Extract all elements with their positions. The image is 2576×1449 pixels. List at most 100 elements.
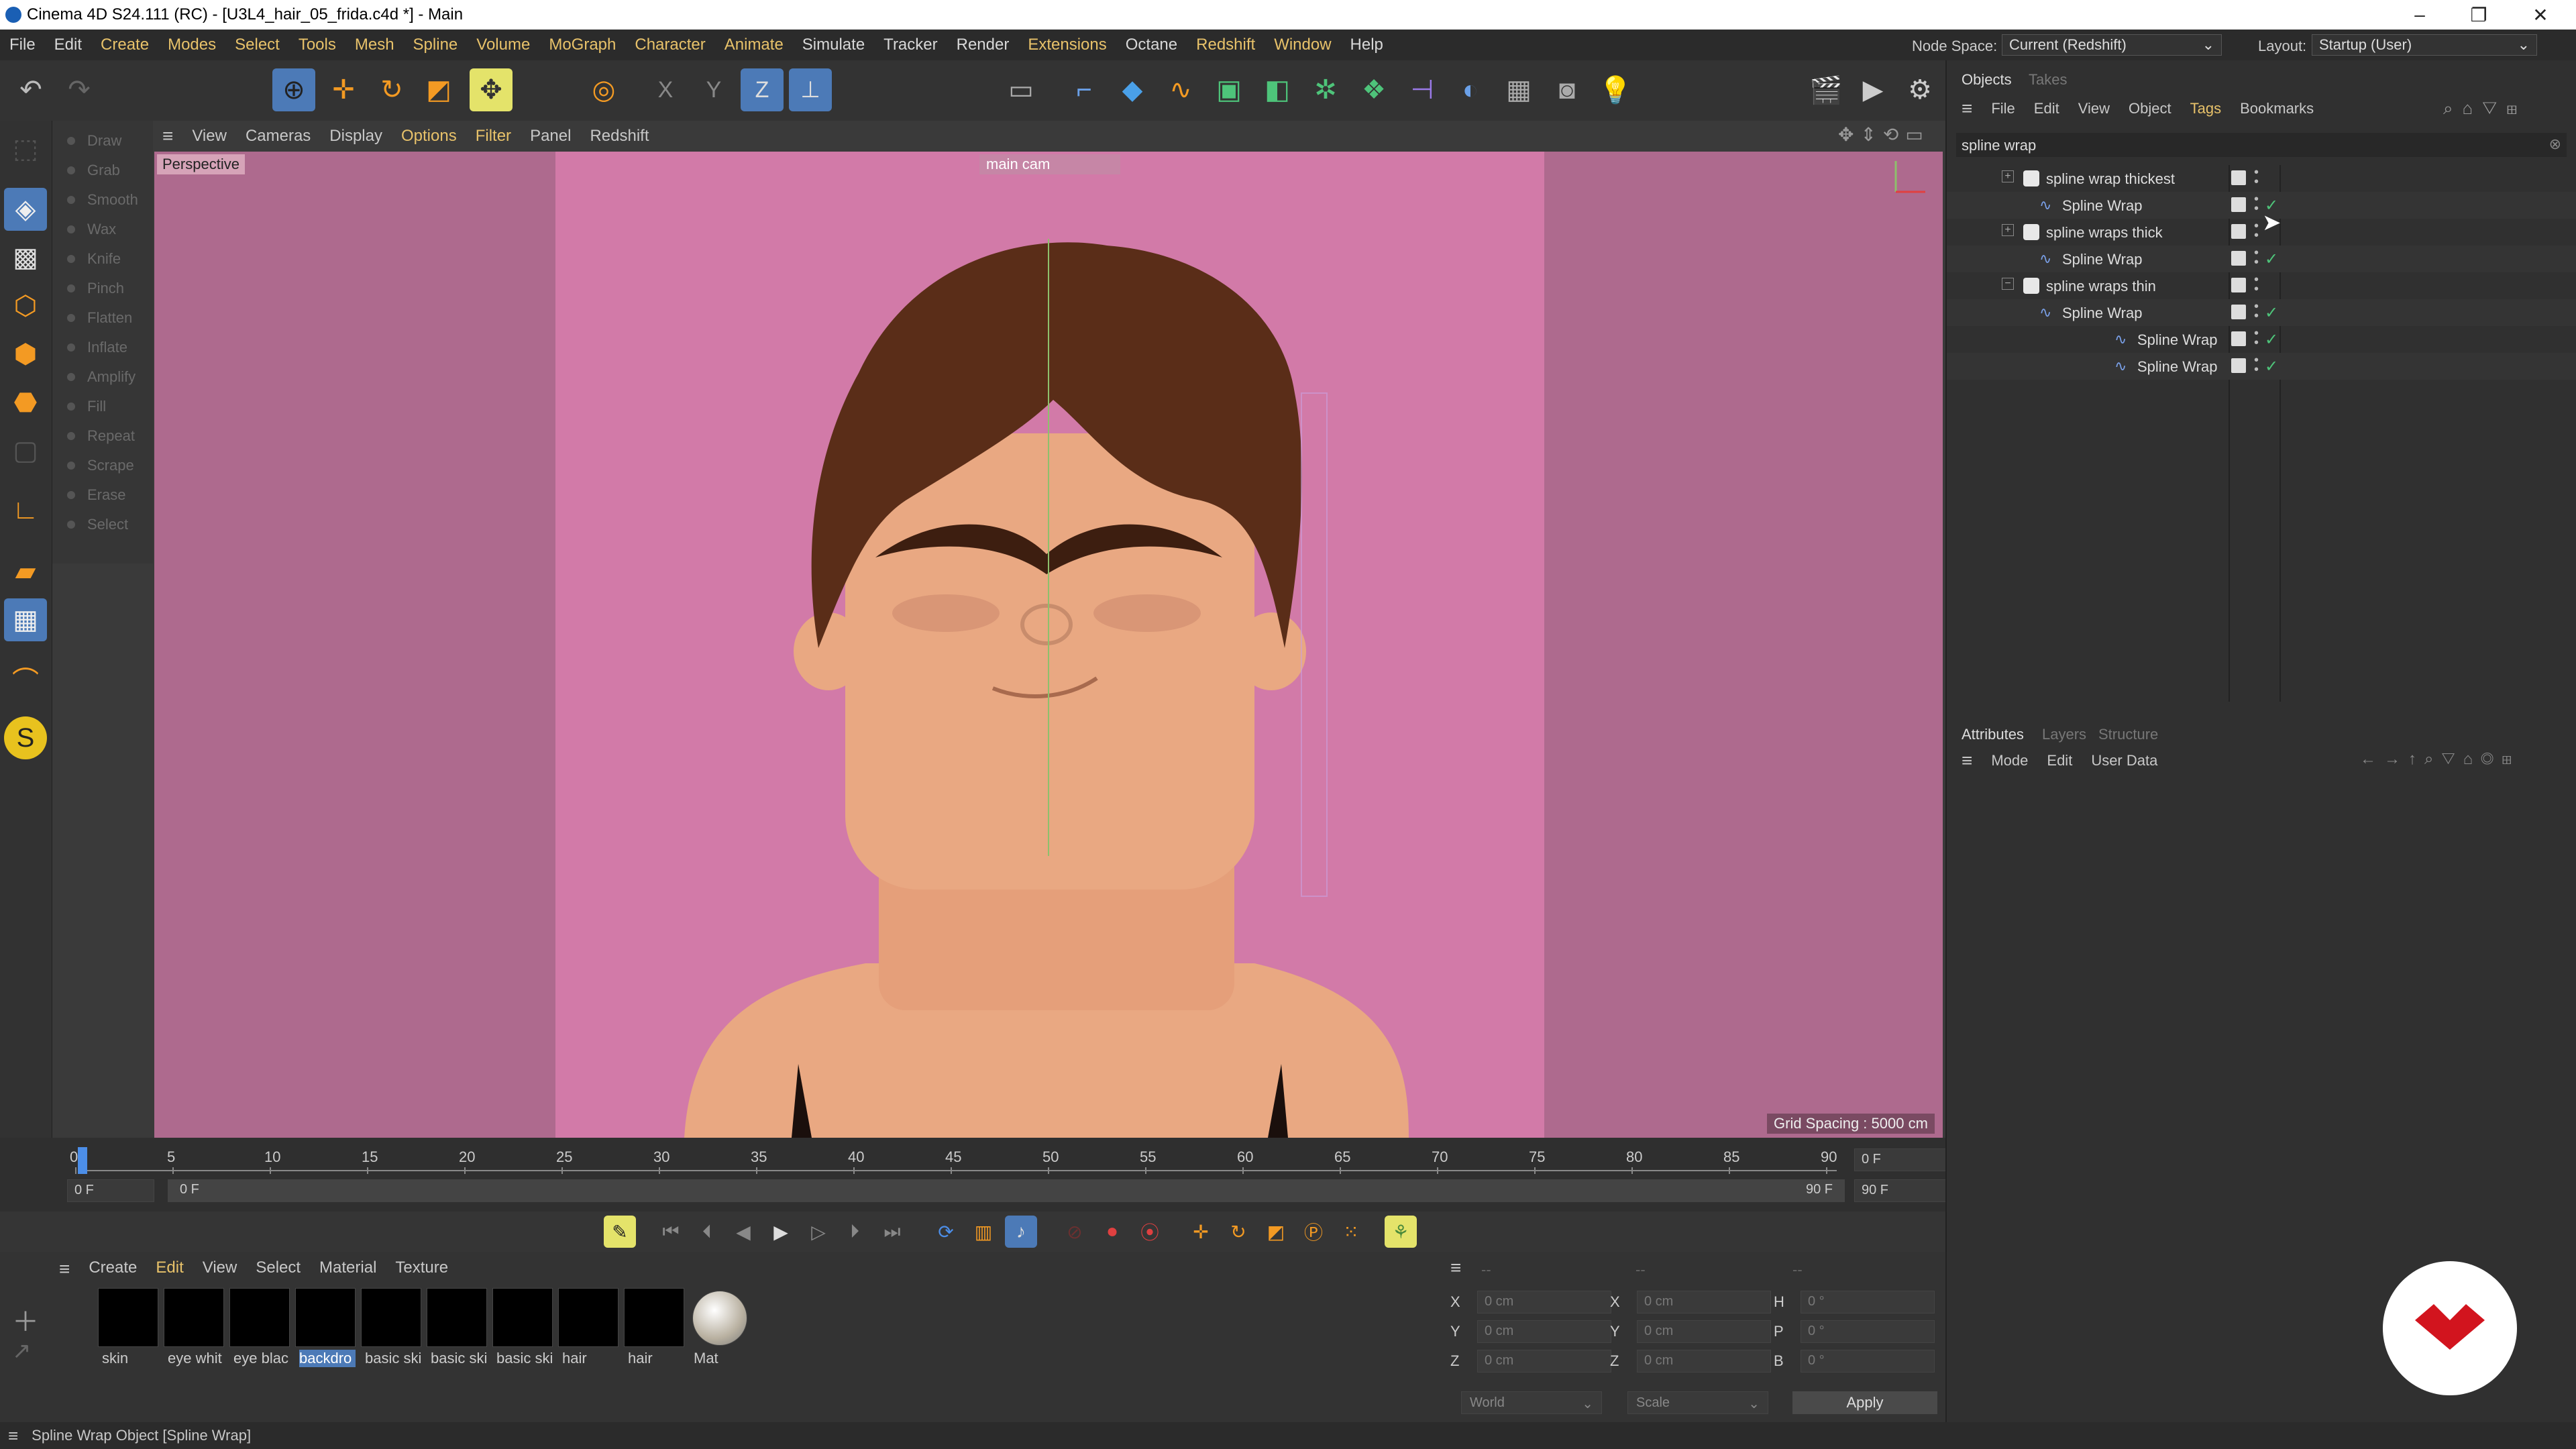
viewport-nav-icons[interactable]: ✥⇕⟲▭ [1838, 123, 1930, 146]
attributes-menu-mode[interactable]: Mode [1982, 752, 2037, 769]
hamburger-menu-icon[interactable]: ≡ [153, 125, 182, 147]
polygons-mode-icon[interactable]: ⬣ [4, 381, 47, 424]
viewport[interactable]: Perspective main cam Grid Spacing : 5000… [154, 152, 1943, 1138]
viewport-menu-panel[interactable]: Panel [521, 127, 580, 146]
tab-objects[interactable]: Objects [1962, 71, 2012, 89]
sculpt-tool-erase[interactable]: Erase [58, 482, 148, 508]
next-key-icon[interactable]: ⏵ [839, 1216, 871, 1248]
visibility-dots-icon[interactable]: • • [2254, 327, 2259, 350]
visibility-dots-icon[interactable]: • • [2254, 219, 2259, 242]
material-swatch-backdro[interactable] [295, 1288, 356, 1347]
menu-help[interactable]: Help [1341, 36, 1393, 54]
render-settings-icon[interactable]: ⚙ [1898, 68, 1941, 111]
sculpt-tool-fill[interactable]: Fill [58, 393, 148, 420]
timeline-scale-icon[interactable]: ▥ [967, 1216, 1000, 1248]
menu-volume[interactable]: Volume [467, 36, 539, 54]
tab-layers[interactable]: Layers [2042, 726, 2086, 743]
timeline[interactable]: 0 5 10 15 20 25 30 35 40 45 50 55 60 65 70 75 80 85 90 0 F… [0, 1138, 1948, 1212]
objects-menu-file[interactable]: File [1982, 100, 2024, 117]
material-swatch-eye-whit[interactable] [164, 1288, 224, 1347]
edit-toggle-icon[interactable] [2231, 278, 2246, 292]
material-swatch-mat[interactable] [692, 1291, 747, 1346]
material-menu-texture[interactable]: Texture [386, 1258, 458, 1280]
camera-icon[interactable]: ◙ [1546, 68, 1589, 111]
viewport-menu-cameras[interactable]: Cameras [236, 127, 320, 146]
add-material-icon[interactable]: ＋ [12, 1300, 39, 1339]
attributes-nav-icons[interactable]: ←→↑⌕▽⌂◎⊞ [2360, 750, 2520, 769]
minimize-button[interactable]: – [2391, 0, 2449, 30]
move-selection-icon[interactable]: ⊕ [272, 68, 315, 111]
coord-value-field[interactable]: 0 cm [1637, 1320, 1771, 1343]
render-region-icon[interactable]: 🎬 [1805, 68, 1847, 111]
tree-row-spline-wrap[interactable]: ∿ Spline Wrap • • ✓ [1947, 192, 2576, 219]
visibility-dots-icon[interactable]: • • [2254, 246, 2259, 269]
sculpt-tool-pinch[interactable]: Pinch [58, 275, 148, 302]
timeline-ruler[interactable]: 0 5 10 15 20 25 30 35 40 45 50 55 60 65 70 75 80 85 90 [70, 1148, 1837, 1174]
menu-spline[interactable]: Spline [404, 36, 468, 54]
tree-row-spline-wraps-thick[interactable]: + spline wraps thick • • [1947, 219, 2576, 246]
coord-value-field[interactable]: 0 ° [1801, 1291, 1935, 1313]
menu-file[interactable]: File [0, 36, 45, 54]
start-frame-field[interactable]: 0 F [67, 1179, 154, 1202]
menu-create[interactable]: Create [91, 36, 158, 54]
sculpt-tool-repeat[interactable]: Repeat [58, 423, 148, 449]
material-swatch-basic-ski[interactable] [361, 1288, 421, 1347]
deformer-icon[interactable]: ◧ [1256, 68, 1299, 111]
hamburger-menu-icon[interactable]: ≡ [1947, 750, 1982, 771]
redo-icon[interactable]: ↷ [58, 68, 101, 111]
magnet-icon[interactable]: ⌒ [4, 657, 47, 700]
sculpt-tool-flatten[interactable]: Flatten [58, 305, 148, 331]
visibility-dots-icon[interactable]: • • [2254, 354, 2259, 376]
current-frame-field[interactable]: 0 F [1854, 1148, 1948, 1171]
enabled-check-icon[interactable]: ✓ [2265, 250, 2278, 269]
enabled-check-icon[interactable]: ✓ [2265, 303, 2278, 323]
subdivision-icon[interactable]: ▣ [1208, 68, 1250, 111]
edit-toggle-icon[interactable] [2231, 224, 2246, 239]
loop-icon[interactable]: ⟳ [930, 1216, 962, 1248]
tree-row-spline-wrap[interactable]: ∿ Spline Wrap • • ✓ [1947, 353, 2576, 380]
render-view-icon[interactable]: ▭ [1000, 68, 1042, 111]
material-menu-material[interactable]: Material [310, 1258, 386, 1280]
key-scale-icon[interactable]: ◩ [1260, 1216, 1292, 1248]
menu-character[interactable]: Character [625, 36, 714, 54]
viewport-projection-label[interactable]: Perspective [157, 154, 245, 174]
points-mode-icon[interactable]: ⬡ [4, 284, 47, 327]
motion-system-icon[interactable]: ⚘ [1385, 1216, 1417, 1248]
edit-material-icon[interactable]: ↗ [12, 1338, 32, 1364]
hamburger-menu-icon[interactable]: ≡ [59, 1258, 79, 1280]
edit-toggle-icon[interactable] [2231, 331, 2246, 346]
record-icon[interactable]: ⏺ [1096, 1216, 1128, 1248]
attributes-menu-edit[interactable]: Edit [2037, 752, 2082, 769]
menu-animate[interactable]: Animate [715, 36, 793, 54]
tree-row-spline-wrap[interactable]: ∿ Spline Wrap • • ✓ [1947, 299, 2576, 326]
material-menu-select[interactable]: Select [246, 1258, 310, 1280]
sculpt-tool-knife[interactable]: Knife [58, 246, 148, 272]
key-parameter-icon[interactable]: Ⓟ [1297, 1216, 1330, 1248]
sculpt-tool-draw[interactable]: Draw [58, 127, 148, 154]
edit-toggle-icon[interactable] [2231, 197, 2246, 212]
snapping-grid-icon[interactable]: ▦ [4, 598, 47, 641]
cloner-icon[interactable]: ✲ [1304, 68, 1347, 111]
edges-mode-icon[interactable]: ⬢ [4, 333, 47, 376]
maximize-button[interactable]: ❐ [2450, 0, 2508, 30]
active-camera-label[interactable]: main cam [979, 154, 1120, 174]
play-icon[interactable]: ▶ [765, 1216, 797, 1248]
objects-menu-edit[interactable]: Edit [2025, 100, 2069, 117]
sculpt-tool-wax[interactable]: Wax [58, 216, 148, 243]
coord-value-field[interactable]: 0 cm [1637, 1291, 1771, 1313]
workplane-icon[interactable]: ▰ [4, 550, 47, 593]
undo-icon[interactable]: ↶ [9, 68, 52, 111]
visibility-dots-icon[interactable]: • • [2254, 166, 2259, 189]
tree-row-spline-wrap[interactable]: ∿ Spline Wrap • • ✓ [1947, 246, 2576, 272]
apply-button[interactable]: Apply [1792, 1391, 1937, 1414]
autokey-off-icon[interactable]: ⊘ [1059, 1216, 1091, 1248]
previous-key-icon[interactable]: ⏴ [691, 1216, 723, 1248]
menu-redshift[interactable]: Redshift [1187, 36, 1265, 54]
effector-icon[interactable]: ⊣ [1401, 68, 1444, 111]
live-selection-icon[interactable]: ◎ [582, 68, 625, 111]
material-swatch-skin[interactable] [98, 1288, 158, 1347]
uv-mode-icon[interactable]: ▢ [4, 429, 47, 472]
frame-range-slider[interactable]: 0 F 90 F [168, 1179, 1845, 1202]
coordinate-mode-select[interactable]: Scale ⌄ [1627, 1391, 1768, 1414]
keyframe-mode-icon[interactable]: ✎ [604, 1216, 636, 1248]
